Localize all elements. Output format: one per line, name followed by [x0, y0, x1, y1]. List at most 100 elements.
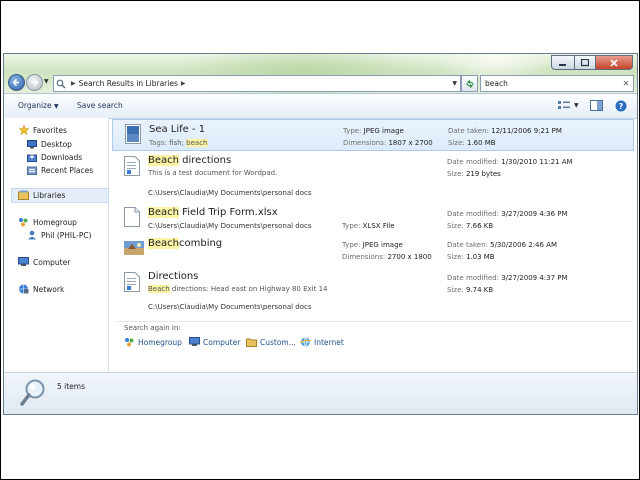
change-view-button[interactable]: ▼ — [557, 99, 579, 112]
result-type: Type: XLSX File — [342, 222, 395, 230]
content-area: Favorites Desktop Downloads Recent Place… — [4, 118, 637, 372]
help-button[interactable]: ? — [615, 99, 627, 112]
breadcrumb-chevron-icon[interactable]: ▶ — [181, 80, 186, 87]
recent-places-icon — [26, 165, 37, 175]
nav-phil[interactable]: Phil (PHIL-PC) — [26, 229, 92, 241]
star-icon — [18, 125, 29, 135]
result-date: Date modified: 3/27/2009 4:36 PM — [447, 210, 568, 218]
search-again-computer-label: Computer — [203, 337, 241, 347]
nav-favorites[interactable]: Favorites — [18, 124, 67, 136]
nav-recent-places[interactable]: Recent Places — [26, 164, 93, 176]
recent-pages-dropdown[interactable]: ▼ — [44, 78, 49, 85]
nav-downloads[interactable]: Downloads — [26, 151, 82, 163]
nav-phil-label: Phil (PHIL-PC) — [41, 230, 92, 240]
result-tags: Tags: fish; beach — [149, 139, 208, 147]
nav-network-label: Network — [33, 284, 65, 294]
maximize-button[interactable] — [575, 55, 596, 70]
address-dropdown-icon[interactable]: ▼ — [452, 80, 457, 87]
nav-libraries[interactable]: Libraries — [18, 189, 65, 201]
refresh-icon — [466, 79, 473, 88]
result-size: Size: 219 bytes — [447, 170, 501, 178]
result-name-rest: combing — [178, 238, 223, 249]
result-name-highlight: Beach — [148, 207, 179, 218]
result-row[interactable]: Directions Beach directions: Head east o… — [112, 268, 632, 316]
result-date: Date taken: 5/30/2006 2:46 AM — [447, 241, 558, 249]
refresh-button[interactable] — [461, 75, 478, 92]
nav-favorites-label: Favorites — [33, 125, 67, 135]
result-size: Size: 7.66 KB — [447, 222, 494, 230]
result-size: Size: 1.03 MB — [447, 253, 495, 261]
downloads-icon — [26, 152, 37, 162]
user-icon — [26, 230, 37, 240]
result-name-rest: Directions — [148, 271, 199, 282]
result-name: Beach Field Trip Form.xlsx — [148, 207, 278, 218]
breadcrumb-location[interactable]: Search Results in Libraries — [79, 79, 178, 88]
details-pane: 5 items — [4, 372, 637, 414]
result-dimensions: Dimensions: 2700 x 1800 — [342, 253, 432, 261]
result-type: Type: JPEG image — [343, 127, 404, 135]
result-snippet: This is a test document for Wordpad. — [148, 169, 278, 177]
search-box[interactable]: beach ✕ — [480, 75, 634, 92]
search-again-custom-label: Custom... — [260, 337, 296, 347]
search-again-custom[interactable]: Custom... — [246, 337, 296, 347]
window-controls — [551, 55, 633, 70]
search-again-computer[interactable]: Computer — [189, 337, 240, 347]
result-tags-label: Tags: — [149, 139, 170, 147]
minimize-button[interactable] — [551, 55, 575, 70]
search-again-internet[interactable]: Internet — [300, 337, 344, 347]
folder-icon — [246, 337, 257, 347]
maximize-icon — [581, 58, 589, 66]
nav-desktop-label: Desktop — [41, 139, 72, 149]
result-date: Date modified: 1/30/2010 11:21 AM — [447, 158, 573, 166]
result-size: Size: 1.60 MB — [448, 139, 496, 147]
search-results-pane: Sea Life - 1 Tags: fish; beach Type: JPE… — [112, 118, 637, 372]
libraries-icon — [18, 190, 29, 200]
result-row[interactable]: Beach Field Trip Form.xlsx C:\Users\Clau… — [112, 204, 632, 234]
organize-button[interactable]: Organize ▼ — [18, 101, 59, 110]
nav-homegroup[interactable]: Homegroup — [18, 216, 77, 228]
computer-icon — [189, 337, 200, 347]
result-row[interactable]: Beachcombing Type: JPEG image Dimensions… — [112, 236, 632, 266]
nav-desktop[interactable]: Desktop — [26, 138, 72, 150]
close-button[interactable] — [596, 55, 633, 70]
save-search-button[interactable]: Save search — [77, 101, 123, 110]
search-magnifier-icon — [20, 379, 45, 406]
desktop-icon — [26, 139, 37, 149]
result-size: Size: 9.74 KB — [447, 286, 494, 294]
result-name-highlight: Beach — [148, 155, 179, 166]
image-file-icon — [125, 124, 143, 144]
search-input[interactable]: beach — [481, 79, 619, 88]
nav-recent-places-label: Recent Places — [41, 165, 94, 175]
result-name: Directions — [148, 271, 198, 282]
search-again-internet-label: Internet — [314, 337, 344, 347]
nav-libraries-label: Libraries — [33, 190, 66, 200]
preview-pane-button[interactable] — [590, 99, 603, 112]
nav-network[interactable]: Network — [18, 283, 64, 295]
view-dropdown-icon[interactable]: ▼ — [574, 102, 579, 109]
result-name-rest: Sea Life - 1 — [149, 124, 206, 135]
close-icon — [610, 58, 618, 67]
view-options-icon — [558, 101, 570, 109]
title-bar: ▼ ▶ Search Results in Libraries ▶ ▼ beac… — [4, 54, 637, 104]
photo-thumbnail-icon — [124, 241, 144, 261]
result-snippet: Beach directions: Head east on Highway 8… — [148, 285, 328, 293]
item-count: 5 items — [57, 382, 86, 391]
clear-search-icon[interactable]: ✕ — [619, 79, 633, 88]
result-row[interactable]: Beach directions This is a test document… — [112, 153, 632, 201]
spreadsheet-file-icon — [124, 207, 142, 227]
homegroup-icon — [124, 337, 135, 347]
back-button[interactable] — [8, 74, 25, 91]
result-name-rest: directions — [178, 155, 232, 166]
homegroup-icon — [18, 217, 29, 227]
result-snippet-plain: directions: Head east on Highway 80 Exit… — [169, 285, 328, 293]
search-again-divider — [116, 321, 632, 322]
search-again-label: Search again in: — [124, 324, 181, 332]
forward-button[interactable] — [26, 74, 43, 91]
nav-computer[interactable]: Computer — [18, 256, 70, 268]
search-again-homegroup[interactable]: Homegroup — [124, 337, 182, 347]
svg-text:?: ? — [619, 102, 624, 111]
search-again-homegroup-label: Homegroup — [138, 337, 182, 347]
address-bar[interactable]: ▶ Search Results in Libraries ▶ ▼ — [53, 75, 461, 92]
result-row[interactable]: Sea Life - 1 Tags: fish; beach Type: JPE… — [112, 119, 634, 151]
explorer-window: ▼ ▶ Search Results in Libraries ▶ ▼ beac… — [3, 53, 638, 415]
